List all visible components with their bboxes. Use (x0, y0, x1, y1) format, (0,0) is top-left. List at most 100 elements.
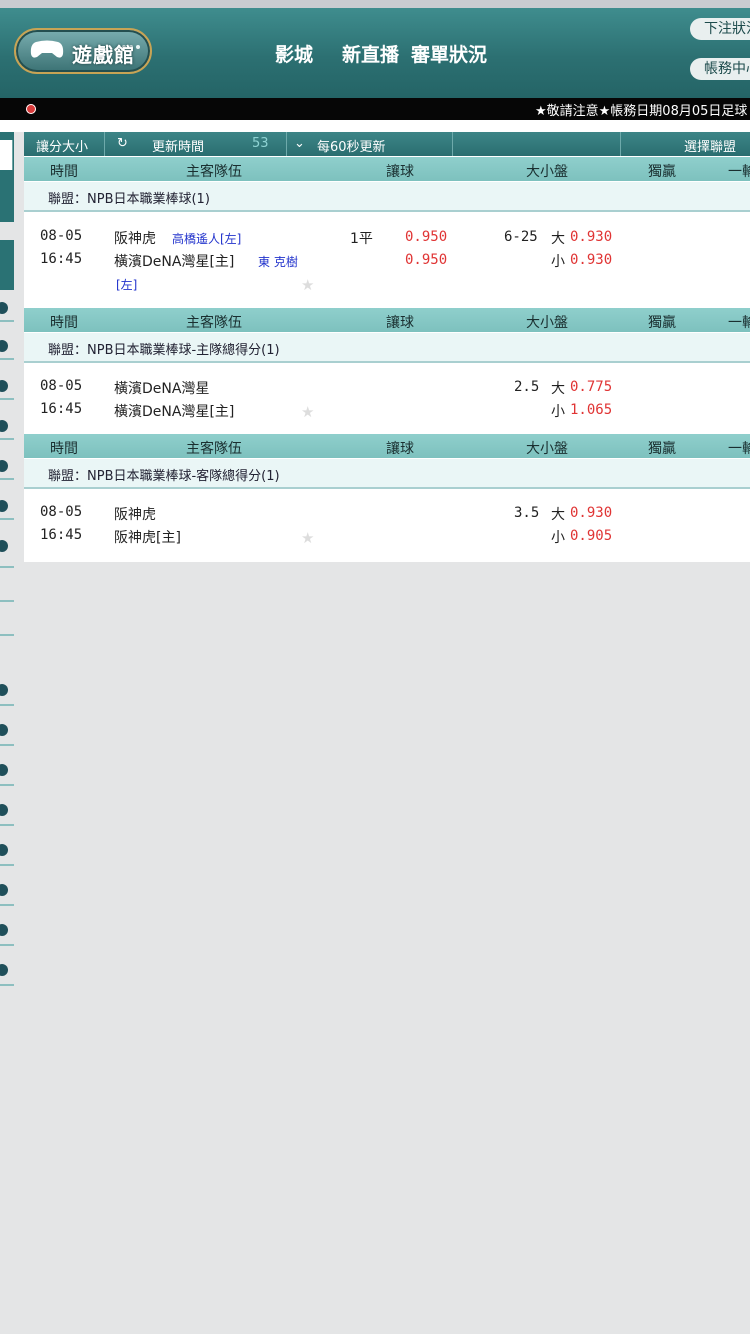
league-row[interactable]: 聯盟：NPB日本職業棒球-客隊總得分(1) (24, 459, 750, 489)
spacer (0, 120, 750, 132)
nav-new-live[interactable]: 新直播 (342, 40, 399, 67)
divider (0, 600, 14, 602)
match-date: 08-05 (40, 378, 83, 394)
ou-line: 3.5 (514, 505, 540, 521)
divider (0, 704, 14, 706)
favorite-star-icon[interactable]: ★ (301, 529, 314, 547)
countdown: 53 (252, 136, 269, 151)
away-team: 阪神虎[主] (114, 530, 181, 546)
divider (0, 634, 14, 636)
sport-icon[interactable] (0, 884, 8, 896)
col-over-under: 大小盤 (526, 315, 568, 331)
match-date: 08-05 (40, 504, 83, 520)
refresh-icon[interactable]: ↻ (117, 136, 128, 151)
sport-icon[interactable] (0, 684, 8, 696)
account-center-button[interactable]: 帳務中心 (690, 58, 750, 80)
league-name: 聯盟：NPB日本職業棒球-主隊總得分(1) (48, 343, 280, 358)
refresh-interval-dropdown[interactable]: 每60秒更新 (317, 136, 386, 155)
game-hall-button[interactable]: 遊戲館 (14, 28, 152, 74)
match-time: 16:45 (40, 251, 83, 267)
sport-icon[interactable] (0, 724, 8, 736)
announcement-icon (26, 104, 36, 114)
col-teams: 主客隊伍 (186, 164, 242, 180)
ou-under-odds[interactable]: 0.905 (570, 528, 612, 544)
sport-icon[interactable] (0, 460, 8, 472)
favorite-star-icon[interactable]: ★ (301, 403, 314, 421)
handicap-odds-away[interactable]: 0.950 (405, 252, 447, 268)
ticker-text: ★敬請注意★帳務日期08月05日足球 (535, 104, 748, 119)
handicap-odds-home[interactable]: 0.950 (405, 229, 447, 245)
col-teams: 主客隊伍 (186, 441, 242, 457)
sport-icon[interactable] (0, 964, 8, 976)
home-team: 阪神虎 (114, 507, 156, 523)
home-team: 阪神虎 (114, 231, 156, 247)
ou-under-label: 小 (551, 530, 565, 546)
col-handicap: 讓球 (386, 164, 414, 180)
ou-over-odds[interactable]: 0.775 (570, 379, 612, 395)
col-over-under: 大小盤 (526, 164, 568, 180)
odds-panel: 讓分大小 ↻ 更新時間 53 ⌄ 每60秒更新 選擇聯盟 時間 主客隊伍 讓球 … (24, 132, 750, 562)
league-row[interactable]: 聯盟：NPB日本職業棒球-主隊總得分(1) (24, 333, 750, 363)
left-sidebar (0, 132, 14, 992)
divider (0, 864, 14, 866)
divider (0, 320, 14, 322)
sidebar-block[interactable] (0, 240, 14, 290)
divider (0, 744, 14, 746)
chevron-down-icon[interactable]: ⌄ (294, 136, 305, 151)
col-time: 時間 (50, 164, 78, 180)
toolbar-divider (620, 132, 621, 156)
sport-icon[interactable] (0, 380, 8, 392)
toolbar-divider (452, 132, 453, 156)
ou-under-odds[interactable]: 1.065 (570, 402, 612, 418)
ou-over-label: 大 (551, 507, 565, 523)
col-first-half: 一輸 (728, 164, 750, 180)
sport-icon[interactable] (0, 844, 8, 856)
nav-cinema[interactable]: 影城 (275, 40, 313, 67)
handicap-size-dropdown[interactable]: 讓分大小 (36, 136, 88, 155)
sport-icon[interactable] (0, 924, 8, 936)
sport-icon[interactable] (0, 804, 8, 816)
divider (0, 824, 14, 826)
sport-icon[interactable] (0, 500, 8, 512)
game-hall-label: 遊戲館 (72, 43, 135, 67)
sport-icon[interactable] (0, 540, 8, 552)
sport-icon[interactable] (0, 764, 8, 776)
ou-under-odds[interactable]: 0.930 (570, 252, 612, 268)
app-root: 遊戲館 影城 新直播 審單狀況 下注狀況 帳務中心 ★敬請注意★帳務日期08月0… (0, 0, 750, 1334)
match-row: 08-05 16:45 阪神虎 阪神虎[主] ★ 3.5 大 0.930 小 0… (24, 491, 750, 561)
ou-over-odds[interactable]: 0.930 (570, 229, 612, 245)
top-header: 遊戲館 影城 新直播 審單狀況 下注狀況 帳務中心 (0, 8, 750, 98)
column-header-row: 時間 主客隊伍 讓球 大小盤 獨贏 一輸 (24, 157, 750, 181)
away-team: 橫濱DeNA灣星[主] (114, 254, 235, 270)
ou-line: 6-25 (504, 229, 538, 245)
column-header-row: 時間 主客隊伍 讓球 大小盤 獨贏 一輸 (24, 434, 750, 458)
ou-over-odds[interactable]: 0.930 (570, 505, 612, 521)
league-row[interactable]: 聯盟：NPB日本職業棒球(1) (24, 182, 750, 212)
handicap-line: 1平 (350, 231, 373, 247)
col-moneyline: 獨贏 (648, 441, 676, 457)
away-pitcher: 東 克樹 (258, 255, 298, 269)
announcement-ticker: ★敬請注意★帳務日期08月05日足球 (0, 98, 750, 120)
nav-review-status[interactable]: 審單狀況 (411, 40, 487, 67)
bet-status-button[interactable]: 下注狀況 (690, 18, 750, 40)
match-time: 16:45 (40, 401, 83, 417)
sidebar-tab[interactable] (0, 140, 13, 170)
divider (0, 518, 14, 520)
away-pitcher-hand: [左] (116, 278, 138, 292)
favorite-star-icon[interactable]: ★ (301, 276, 314, 294)
divider (0, 358, 14, 360)
col-time: 時間 (50, 315, 78, 331)
sport-icon[interactable] (0, 302, 8, 314)
select-league-button[interactable]: 選擇聯盟 (684, 136, 736, 155)
sport-icon[interactable] (0, 420, 8, 432)
col-over-under: 大小盤 (526, 441, 568, 457)
ou-under-label: 小 (551, 254, 565, 270)
divider (0, 438, 14, 440)
ou-under-label: 小 (551, 404, 565, 420)
col-handicap: 讓球 (386, 315, 414, 331)
decor-dots-icon (122, 34, 146, 49)
home-pitcher: 高橋遙人[左] (172, 232, 242, 246)
sport-icon[interactable] (0, 340, 8, 352)
away-team: 橫濱DeNA灣星[主] (114, 404, 235, 420)
col-first-half: 一輸 (728, 315, 750, 331)
